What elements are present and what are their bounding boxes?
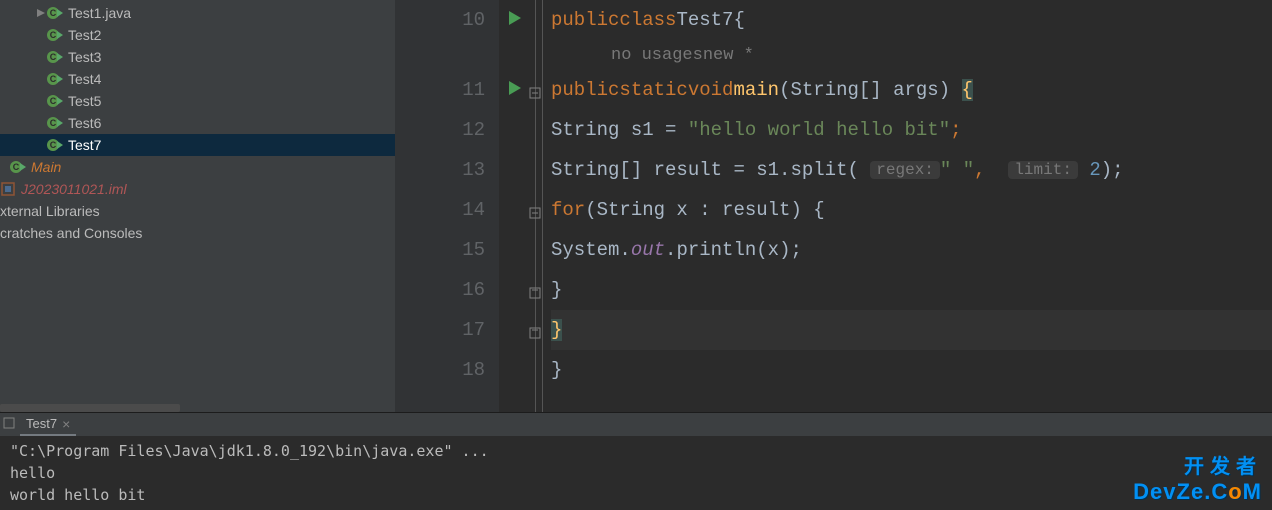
code-line[interactable]: System.out.println(x); xyxy=(551,230,1272,270)
java-class-run-icon: C xyxy=(47,27,63,43)
java-class-run-icon: C xyxy=(47,115,63,131)
editor-gutter[interactable]: 10 11 12 13 14 15 16 17 18 xyxy=(395,0,499,412)
line-number: 16 xyxy=(462,279,485,301)
line-number: 12 xyxy=(462,119,485,141)
gutter-line-13[interactable]: 13 xyxy=(395,150,499,190)
java-class-run-icon: C xyxy=(47,71,63,87)
java-class-run-icon: C xyxy=(47,93,63,109)
svg-text:C: C xyxy=(13,162,20,172)
horizontal-scrollbar[interactable] xyxy=(0,404,180,412)
line-number: 13 xyxy=(462,159,485,181)
tree-item-test5[interactable]: C Test5 xyxy=(0,90,395,112)
tree-item-label: Test4 xyxy=(68,71,101,87)
code-line[interactable]: String s1 = "hello world hello bit"; xyxy=(551,110,1272,150)
close-icon[interactable]: × xyxy=(62,416,70,432)
tree-item-main[interactable]: C Main xyxy=(0,156,395,178)
svg-text:C: C xyxy=(50,52,57,62)
gutter-line-10[interactable]: 10 xyxy=(395,0,499,40)
param-hint-regex: regex: xyxy=(870,161,940,179)
java-class-run-icon: C xyxy=(10,159,26,175)
inlay-hints[interactable]: no usages new * xyxy=(551,40,1272,70)
code-line[interactable]: public class Test7 { xyxy=(551,0,1272,40)
console-tab-bar[interactable]: Test7 × xyxy=(0,413,1272,436)
line-number: 11 xyxy=(462,79,485,101)
console-line: hello xyxy=(10,464,55,482)
tree-item-label: J2023011021.iml xyxy=(21,181,127,197)
tree-item-scratches[interactable]: cratches and Consoles xyxy=(0,222,395,244)
project-tree[interactable]: C Test1.java C Test2 C Test3 xyxy=(0,0,395,404)
console-tab-label: Test7 xyxy=(26,416,57,431)
console-line: world hello bit xyxy=(10,486,145,504)
tree-item-test1[interactable]: C Test1.java xyxy=(0,2,395,24)
java-class-run-icon: C xyxy=(47,137,63,153)
tree-item-test2[interactable]: C Test2 xyxy=(0,24,395,46)
console-line: "C:\Program Files\Java\jdk1.8.0_192\bin\… xyxy=(10,442,489,460)
code-line-current[interactable]: } xyxy=(551,310,1272,350)
fold-minus-icon[interactable] xyxy=(529,203,541,215)
tree-item-test6[interactable]: C Test6 xyxy=(0,112,395,134)
param-hint-limit: limit: xyxy=(1008,161,1078,179)
code-editor[interactable]: 10 11 12 13 14 15 16 17 18 xyxy=(395,0,1272,412)
java-class-run-icon: C xyxy=(47,5,63,21)
console-tab-test7[interactable]: Test7 × xyxy=(20,414,76,436)
tree-item-label: Test6 xyxy=(68,115,101,131)
svg-text:C: C xyxy=(50,30,57,40)
line-number: 10 xyxy=(462,9,485,31)
line-number: 18 xyxy=(462,359,485,381)
tree-item-label: cratches and Consoles xyxy=(0,225,142,241)
gutter-line-14[interactable]: 14 xyxy=(395,190,499,230)
gutter-line-17[interactable]: 17 xyxy=(395,310,499,350)
svg-text:C: C xyxy=(50,74,57,84)
fold-end-icon[interactable] xyxy=(529,323,541,335)
fold-column[interactable] xyxy=(529,0,543,412)
tree-item-iml[interactable]: J2023011021.iml xyxy=(0,178,395,200)
tree-item-test3[interactable]: C Test3 xyxy=(0,46,395,68)
line-number: 15 xyxy=(462,239,485,261)
svg-text:C: C xyxy=(50,140,57,150)
line-number: 17 xyxy=(462,319,485,341)
tree-item-label: Test3 xyxy=(68,49,101,65)
gutter-line-18[interactable]: 18 xyxy=(395,350,499,390)
tree-item-label: Test7 xyxy=(68,137,101,153)
chevron-right-icon[interactable] xyxy=(35,9,47,17)
code-area[interactable]: public class Test7 { no usages new * pub… xyxy=(543,0,1272,412)
svg-text:C: C xyxy=(50,118,57,128)
svg-text:C: C xyxy=(50,96,57,106)
project-tree-sidebar: C Test1.java C Test2 C Test3 xyxy=(0,0,395,412)
module-icon xyxy=(0,181,16,197)
fold-minus-icon[interactable] xyxy=(529,83,541,95)
gutter-line-12[interactable]: 12 xyxy=(395,110,499,150)
tree-item-test7[interactable]: C Test7 xyxy=(0,134,395,156)
line-number: 14 xyxy=(462,199,485,221)
tree-item-label: Test5 xyxy=(68,93,101,109)
code-line[interactable]: } xyxy=(551,270,1272,310)
gutter-line-15[interactable]: 15 xyxy=(395,230,499,270)
tree-item-label: Main xyxy=(31,159,61,175)
gutter-line-11[interactable]: 11 xyxy=(395,70,499,110)
tree-item-external-libraries[interactable]: xternal Libraries xyxy=(0,200,395,222)
fold-end-icon[interactable] xyxy=(529,283,541,295)
run-class-icon[interactable] xyxy=(509,9,521,31)
run-method-icon[interactable] xyxy=(509,79,521,101)
tree-item-label: Test2 xyxy=(68,27,101,43)
code-line[interactable]: public static void main(String[] args) { xyxy=(551,70,1272,110)
gutter-line-16[interactable]: 16 xyxy=(395,270,499,310)
code-line[interactable]: String[] result = s1.split( regex:" ", l… xyxy=(551,150,1272,190)
run-console-panel: Test7 × "C:\Program Files\Java\jdk1.8.0_… xyxy=(0,412,1272,510)
tree-item-label: Test1.java xyxy=(68,5,131,21)
console-output[interactable]: "C:\Program Files\Java\jdk1.8.0_192\bin\… xyxy=(0,436,1272,510)
run-config-icon xyxy=(2,416,16,433)
tree-item-label: xternal Libraries xyxy=(0,203,100,219)
svg-text:C: C xyxy=(50,8,57,18)
tree-item-test4[interactable]: C Test4 xyxy=(0,68,395,90)
code-line[interactable]: for(String x : result) { xyxy=(551,190,1272,230)
code-line[interactable]: } xyxy=(551,350,1272,390)
java-class-run-icon: C xyxy=(47,49,63,65)
